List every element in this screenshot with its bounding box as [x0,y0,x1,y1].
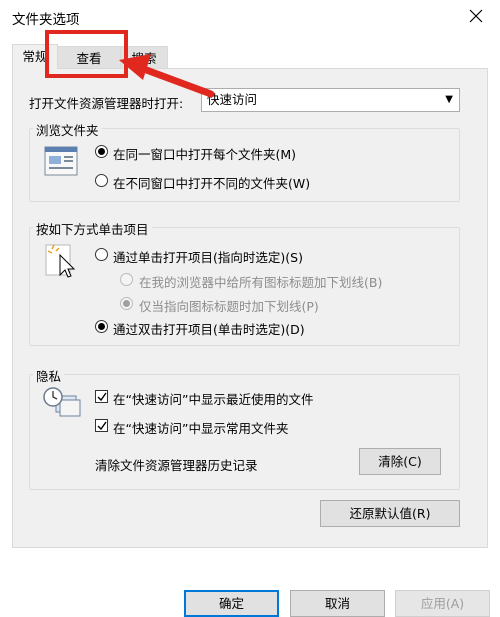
cancel-button[interactable]: 取消 [290,590,385,617]
close-button[interactable] [454,0,500,34]
privacy-title: 隐私 [33,366,65,385]
recent-files-label: 在“快速访问”中显示最近使用的文件 [113,392,314,407]
chevron-down-icon: ▼ [445,94,453,105]
restore-defaults-button[interactable]: 还原默认值(R) [320,500,460,527]
radio-single-click[interactable] [95,248,108,261]
tab-general[interactable]: 常规 [12,44,58,69]
ok-button[interactable]: 确定 [184,590,279,617]
same-window-label: 在同一窗口中打开每个文件夹(M) [113,147,297,162]
checkmark-icon [97,392,107,402]
clear-history-button[interactable]: 清除(C) [359,448,441,475]
radio-double-click[interactable] [95,320,108,333]
open-explorer-select[interactable]: 快速访问 ▼ [201,88,460,112]
underline-point-label: 仅当指向图标标题时加下划线(P) [139,299,319,314]
frequent-folders-label: 在“快速访问”中显示常用文件夹 [113,421,289,436]
checkmark-icon [97,421,107,431]
cursor-click-icon [45,244,76,278]
double-click-label: 通过双击打开项目(单击时选定)(D) [113,322,305,337]
radio-underline-all[interactable] [120,273,133,286]
tab-view[interactable]: 查看 [57,46,121,69]
clear-history-label: 清除文件资源管理器历史记录 [95,458,258,473]
different-window-label: 在不同窗口中打开不同的文件夹(W) [113,176,311,191]
radio-different-window[interactable] [95,174,108,187]
checkbox-recent-files[interactable] [95,390,108,403]
title-bar: 文件夹选项 [0,0,500,34]
click-items-title: 按如下方式单击项目 [33,219,152,238]
single-click-label: 通过单击打开项目(指向时选定)(S) [113,250,303,265]
annotation-arrow-icon [119,54,215,98]
underline-all-label: 在我的浏览器中给所有图标标题加下划线(B) [139,275,383,290]
window-title: 文件夹选项 [12,12,80,28]
checkbox-frequent-folders[interactable] [95,419,108,432]
privacy-clock-files-icon [43,387,81,417]
radio-underline-point[interactable] [120,297,133,310]
apply-button[interactable]: 应用(A) [395,590,490,617]
folder-window-icon [44,146,78,176]
radio-same-window[interactable] [95,145,108,158]
close-icon [469,9,483,23]
browse-folders-title: 浏览文件夹 [33,120,102,139]
